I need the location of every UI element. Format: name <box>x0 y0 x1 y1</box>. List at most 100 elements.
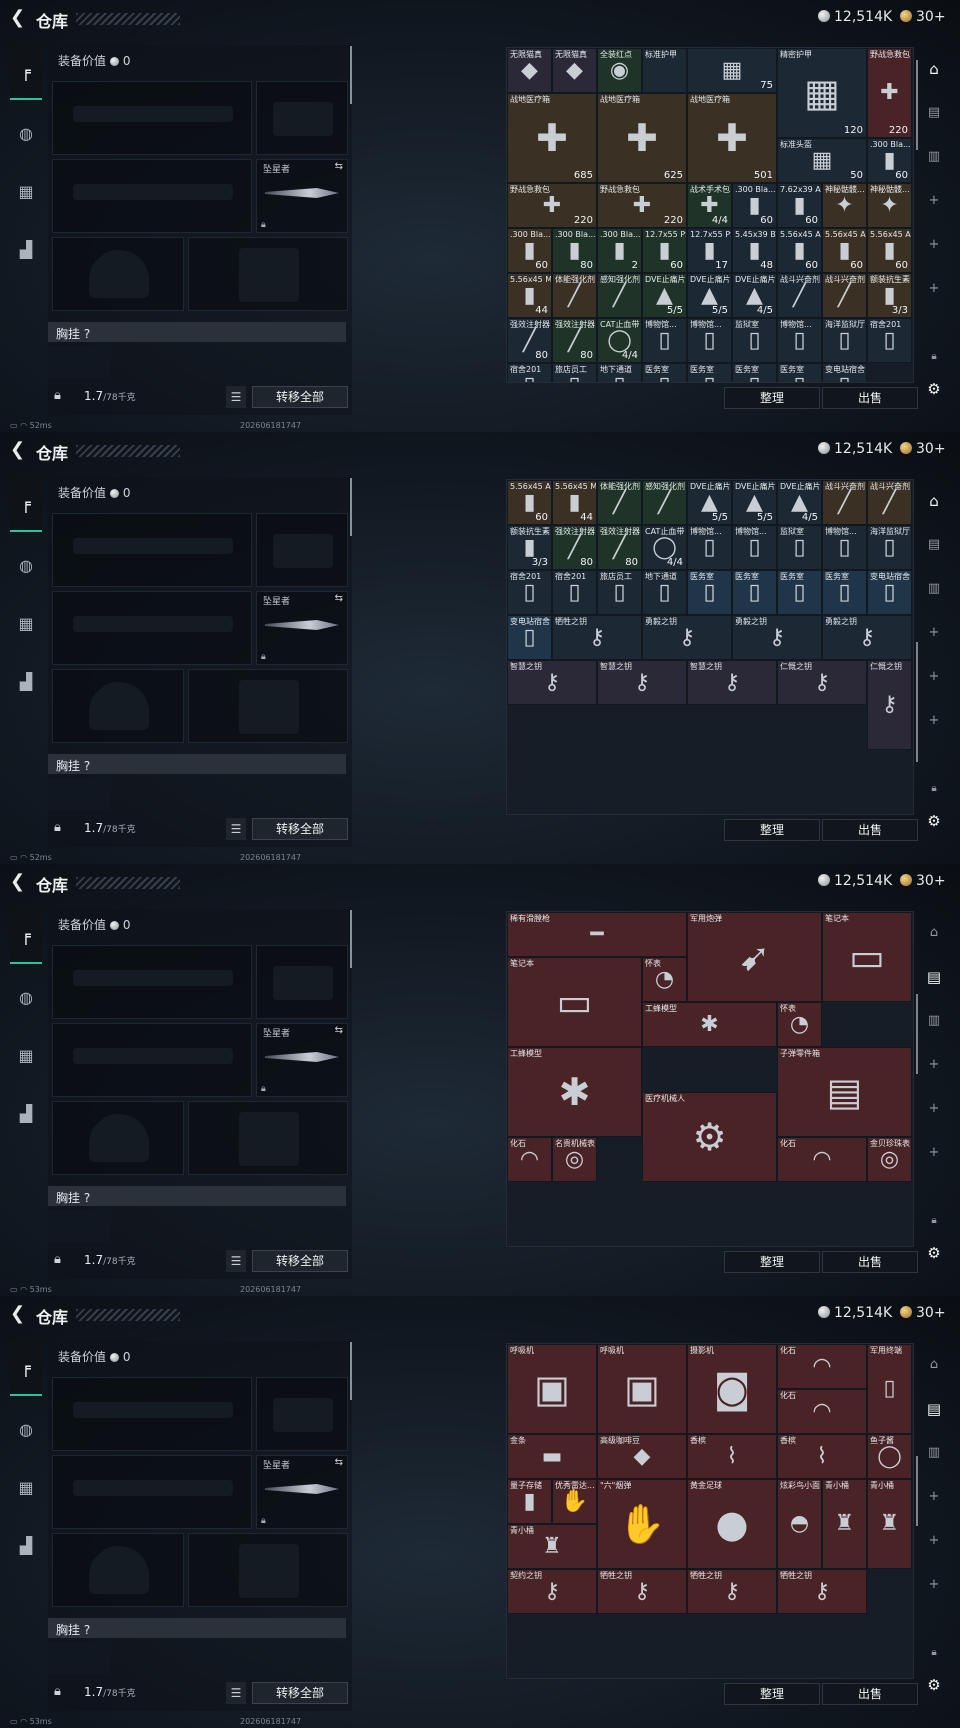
back-icon[interactable]: ❮ <box>10 441 25 459</box>
storage-item[interactable]: .300 Bla... BCP FMJ ▮ 60 <box>507 228 552 273</box>
storage-item[interactable]: 青小桶 ♜ <box>507 1524 597 1569</box>
storage-item[interactable]: 工蜂模型 ✱ <box>642 1002 777 1047</box>
storage-item[interactable]: 体能强化剂 ╱ <box>597 480 642 525</box>
storage-item[interactable]: 宿舍201 ▯ <box>507 363 552 382</box>
storage-item[interactable]: 感知强化剂 ╱ <box>597 273 642 318</box>
storage-item[interactable]: 宿舍201 ▯ <box>507 570 552 615</box>
storage-item[interactable]: 变电站宿舍 ▯ <box>822 363 867 382</box>
plus-icon[interactable]: + <box>924 191 944 211</box>
tab-helmet[interactable]: ◍ <box>10 970 42 1026</box>
storage-item[interactable]: 子弹零件箱 ▤ <box>777 1047 912 1137</box>
storage-item[interactable]: 博物馆... ▯ <box>642 318 687 363</box>
armor-slot[interactable] <box>188 237 348 311</box>
tab-weapon[interactable]: ╒ <box>10 44 42 100</box>
tab-armor[interactable]: ▦ <box>10 596 42 652</box>
storage-item[interactable]: 牺牲之钥 ⚷ <box>777 1569 867 1614</box>
pistol-slot[interactable] <box>256 945 348 1019</box>
storage-item[interactable]: 5.56x45 M855A1 ▮ 44 <box>507 273 552 318</box>
equipment-scrollbar[interactable] <box>350 1342 352 1400</box>
swap-icon[interactable]: ⇆ <box>335 1025 343 1036</box>
gold-currency[interactable]: 30+ <box>900 9 946 25</box>
storage-item[interactable]: 香槟 ⌇ <box>777 1434 867 1479</box>
settings-gear-icon[interactable]: ⚙ <box>924 1675 944 1695</box>
storage-item[interactable]: 医疗机械人 ⚙ <box>642 1092 777 1182</box>
transfer-all-button[interactable]: 转移全部 <box>252 1250 348 1272</box>
settings-gear-icon[interactable]: ⚙ <box>924 1243 944 1263</box>
storage-item[interactable]: 炫彩鸟小面 ◓ <box>777 1479 822 1569</box>
sort-button[interactable]: 整理 <box>724 1683 820 1705</box>
storage-item[interactable]: 战术手术包 ✚ 4/4 <box>687 183 732 228</box>
sort-button[interactable]: 整理 <box>724 1251 820 1273</box>
storage-item[interactable]: 智慧之钥 ⚷ <box>597 660 687 705</box>
storage-item[interactable]: 名贵机械表 ◎ <box>552 1137 597 1182</box>
sort-button[interactable]: 整理 <box>724 819 820 841</box>
pistol-slot[interactable] <box>256 1377 348 1451</box>
storage-item[interactable]: 青小桶 ♜ <box>867 1479 912 1569</box>
plus3-icon[interactable]: + <box>924 1143 944 1163</box>
storage-item[interactable]: 金条 ▬ <box>507 1434 597 1479</box>
storage-item[interactable]: 香槟 ⌇ <box>687 1434 777 1479</box>
plus-icon[interactable]: + <box>924 1055 944 1075</box>
home-icon[interactable]: ⌂ <box>924 923 944 943</box>
list-button[interactable]: ☰ <box>226 818 246 840</box>
helmet-slot[interactable] <box>52 237 184 311</box>
storage-item[interactable]: 海洋监狱厅 ▯ <box>822 318 867 363</box>
melee-slot[interactable]: 坠星者 ⇆ 🔒︎ <box>256 159 348 233</box>
tab-helmet[interactable]: ◍ <box>10 1402 42 1458</box>
storage-item[interactable]: 医务室 ▯ <box>777 363 822 382</box>
gold-currency[interactable]: 30+ <box>900 1305 946 1321</box>
storage-item[interactable]: 工蜂模型 ✱ <box>507 1047 642 1137</box>
storage-item[interactable]: 高级咖啡豆 ◆ <box>597 1434 687 1479</box>
armor-slot[interactable] <box>188 1101 348 1175</box>
storage-item[interactable]: 全装红点 ◉ <box>597 48 642 93</box>
storage-item[interactable]: 5.56x45 M855A1 ▮ 44 <box>552 480 597 525</box>
armor-slot[interactable] <box>188 669 348 743</box>
storage-item[interactable]: 野战急救包 ✚ 220 <box>507 183 597 228</box>
chest-rig-slot[interactable] <box>48 1210 110 1242</box>
transfer-all-button[interactable]: 转移全部 <box>252 818 348 840</box>
settings-gear-icon[interactable]: ⚙ <box>924 379 944 399</box>
plus3-icon[interactable]: + <box>924 711 944 731</box>
storage-item[interactable]: 旅店员工 ▯ <box>597 570 642 615</box>
storage-item[interactable]: 强效注射器 ╱ 80 <box>552 525 597 570</box>
plus3-icon[interactable]: + <box>924 1575 944 1595</box>
storage-item[interactable]: 战地医疗箱 ✚ 501 <box>687 93 777 183</box>
storage-item[interactable]: 摄影机 ◙ <box>687 1344 777 1434</box>
storage-item[interactable]: 强效注射器 ╱ 80 <box>597 525 642 570</box>
storage-item[interactable]: DVE止痛片 ▲ 5/5 <box>642 273 687 318</box>
helmet-slot[interactable] <box>52 1533 184 1607</box>
helmet-slot[interactable] <box>52 669 184 743</box>
tab-bag[interactable]: ▟ <box>10 222 42 278</box>
storage-item[interactable]: 12.7x55 PS12A ▮ 17 <box>687 228 732 273</box>
chest-rig-header[interactable]: 胸挂 ? <box>48 1186 346 1206</box>
storage-item[interactable]: 博物馆... ▯ <box>777 318 822 363</box>
storage-item[interactable]: 勇毅之钥 ⚷ <box>642 615 732 660</box>
plus-icon[interactable]: + <box>924 1487 944 1507</box>
storage-item[interactable]: 标准头盔 ▦ 50 <box>777 138 867 183</box>
swap-icon[interactable]: ⇆ <box>335 593 343 604</box>
storage-item[interactable]: 仁慨之钥 ⚷ <box>867 660 912 750</box>
storage-item[interactable]: 牺牲之钥 ⚷ <box>597 1569 687 1614</box>
storage-item[interactable]: 智慧之钥 ⚷ <box>687 660 777 705</box>
storage-item[interactable]: 额装抗生素 ▮ 3/3 <box>867 273 912 318</box>
gold-currency[interactable]: 30+ <box>900 441 946 457</box>
storage-item[interactable]: 强效注射器 ╱ 80 <box>552 318 597 363</box>
pistol-slot[interactable] <box>256 81 348 155</box>
item-icon[interactable]: ▤ <box>924 103 944 123</box>
storage-item[interactable]: 医务室 ▯ <box>822 570 867 615</box>
lock-icon[interactable]: 🔒︎ <box>924 1643 944 1663</box>
storage-item[interactable]: 医务室 ▯ <box>732 363 777 382</box>
lock-icon[interactable]: 🔒︎ <box>924 1211 944 1231</box>
storage-item[interactable]: 怀表 ◔ <box>777 1002 822 1047</box>
storage-item[interactable]: DVE止痛片 ▲ 4/5 <box>777 480 822 525</box>
settings-gear-icon[interactable]: ⚙ <box>924 811 944 831</box>
lock-icon[interactable]: 🔒︎ <box>924 347 944 367</box>
storage-item[interactable]: ▦ 75 <box>687 48 777 93</box>
storage-item[interactable]: 宿舍201 ▯ <box>867 318 912 363</box>
transfer-all-button[interactable]: 转移全部 <box>252 386 348 408</box>
storage-item[interactable]: .300 Bla... BCP FMJ ▮ 80 <box>552 228 597 273</box>
storage-item[interactable]: 军用炮弹 ➹ <box>687 912 822 1002</box>
tab-armor[interactable]: ▦ <box>10 1460 42 1516</box>
back-icon[interactable]: ❮ <box>10 9 25 27</box>
primary-weapon-slot[interactable] <box>52 1377 252 1451</box>
